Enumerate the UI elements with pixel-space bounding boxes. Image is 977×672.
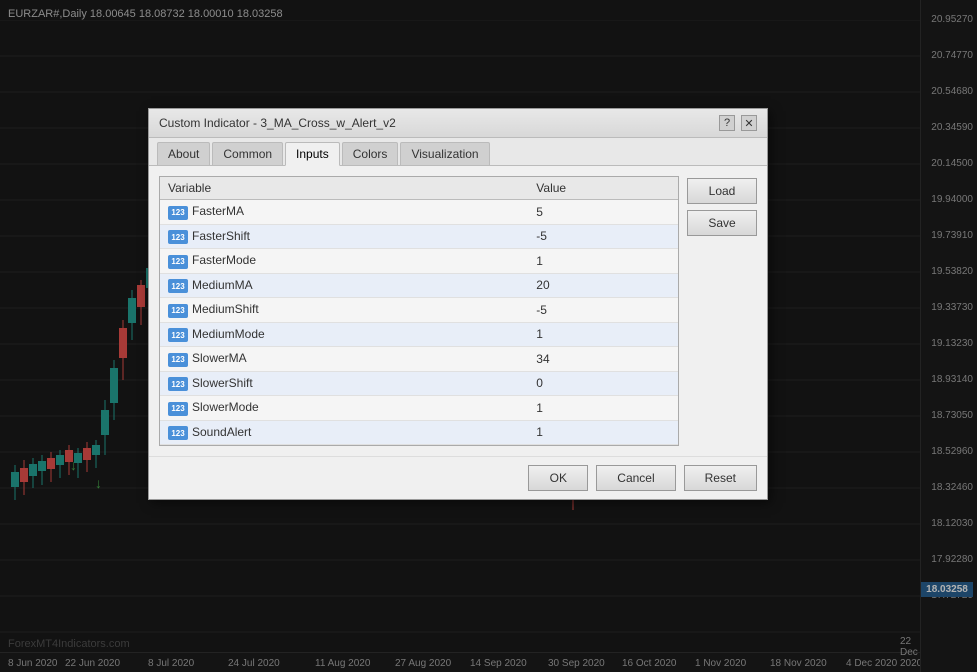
variable-cell: 123SlowerMA [160,347,528,372]
variable-cell: 123SlowerShift [160,371,528,396]
var-icon: 123 [168,353,188,367]
side-buttons: Load Save [687,176,757,446]
table-row[interactable]: 123MediumMA20 [160,273,678,298]
table-row[interactable]: 123SlowerShift0 [160,371,678,396]
variable-cell: 123SlowerMode [160,396,528,421]
tab-about[interactable]: About [157,142,210,165]
tab-colors[interactable]: Colors [342,142,399,165]
table-container: Variable Value 123FasterMA5123FasterShif… [159,176,679,446]
tab-common[interactable]: Common [212,142,283,165]
value-cell: -5 [528,224,678,249]
value-cell: 5 [528,200,678,225]
value-cell: 1 [528,420,678,445]
col-variable-header: Variable [160,177,528,200]
cancel-button[interactable]: Cancel [596,465,675,491]
dialog-title: Custom Indicator - 3_MA_Cross_w_Alert_v2 [159,116,396,130]
save-button[interactable]: Save [687,210,757,236]
var-icon: 123 [168,230,188,244]
dialog-help-button[interactable]: ? [719,115,735,131]
table-row[interactable]: 123FasterMode1 [160,249,678,274]
dialog: Custom Indicator - 3_MA_Cross_w_Alert_v2… [148,108,768,500]
var-icon: 123 [168,279,188,293]
variable-cell: 123FasterMode [160,249,528,274]
var-icon: 123 [168,304,188,318]
table-row[interactable]: 123FasterShift-5 [160,224,678,249]
variable-cell: 123MediumMode [160,322,528,347]
table-row[interactable]: 123SlowerMode1 [160,396,678,421]
ok-button[interactable]: OK [528,465,588,491]
value-cell: 1 [528,322,678,347]
value-cell: -5 [528,298,678,323]
load-button[interactable]: Load [687,178,757,204]
reset-button[interactable]: Reset [684,465,757,491]
dialog-footer: OK Cancel Reset [149,456,767,499]
variable-cell: 123FasterMA [160,200,528,225]
value-cell: 0 [528,371,678,396]
variable-cell: 123FasterShift [160,224,528,249]
var-icon: 123 [168,402,188,416]
var-icon: 123 [168,206,188,220]
var-icon: 123 [168,377,188,391]
table-row[interactable]: 123SlowerMA34 [160,347,678,372]
dialog-body: Variable Value 123FasterMA5123FasterShif… [149,166,767,456]
var-icon: 123 [168,426,188,440]
table-row[interactable]: 123MediumMode1 [160,322,678,347]
value-cell: 1 [528,396,678,421]
value-cell: 1 [528,249,678,274]
value-cell: 34 [528,347,678,372]
dialog-titlebar: Custom Indicator - 3_MA_Cross_w_Alert_v2… [149,109,767,138]
var-icon: 123 [168,328,188,342]
table-row[interactable]: 123SoundAlert1 [160,420,678,445]
dialog-close-button[interactable]: ✕ [741,115,757,131]
data-table: Variable Value 123FasterMA5123FasterShif… [160,177,678,445]
dialog-controls: ? ✕ [719,115,757,131]
variable-cell: 123MediumShift [160,298,528,323]
col-value-header: Value [528,177,678,200]
tab-inputs[interactable]: Inputs [285,142,340,166]
var-icon: 123 [168,255,188,269]
tab-visualization[interactable]: Visualization [400,142,489,165]
variable-cell: 123MediumMA [160,273,528,298]
table-row[interactable]: 123MediumShift-5 [160,298,678,323]
tabs-container: About Common Inputs Colors Visualization [149,138,767,166]
variable-cell: 123SoundAlert [160,420,528,445]
table-row[interactable]: 123FasterMA5 [160,200,678,225]
value-cell: 20 [528,273,678,298]
